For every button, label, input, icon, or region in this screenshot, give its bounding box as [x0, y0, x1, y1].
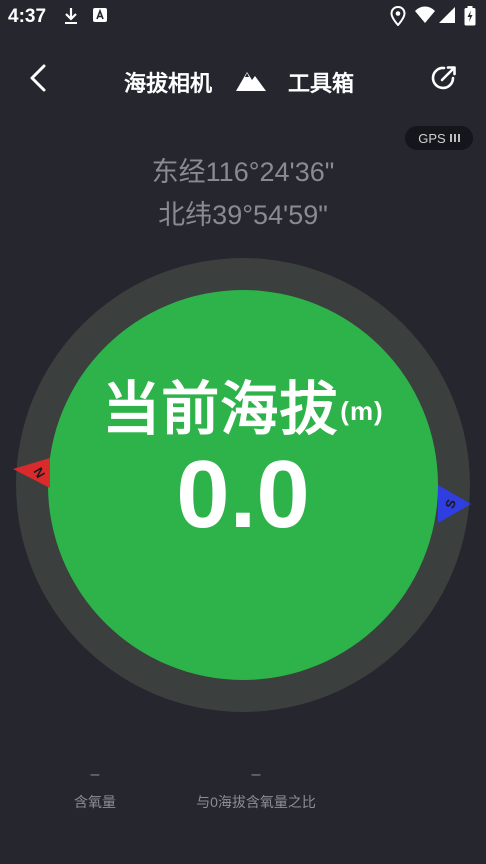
back-arrow-icon [28, 63, 48, 98]
mountain-icon [236, 68, 266, 97]
compass-north-marker: N [12, 455, 52, 496]
gps-signal-icon [449, 134, 460, 142]
longitude-text: 东经116°24'36" [151, 157, 335, 187]
share-button[interactable] [424, 60, 464, 100]
signal-icon [438, 6, 456, 29]
altitude-label-row: 当前海拔(m) [0, 362, 486, 446]
font-a-icon [92, 6, 108, 29]
oxygen-label: 含氧量 [74, 794, 116, 810]
oxygen-ratio-label: 与0海拔含氧量之比 [196, 794, 316, 810]
oxygen-ratio-value: – [251, 766, 261, 783]
compass-south-marker: S [436, 484, 472, 529]
wifi-icon [414, 6, 436, 29]
battery-charging-icon [464, 6, 476, 31]
share-icon [429, 63, 459, 98]
oxygen-ratio-stat: – 与0海拔含氧量之比 [180, 766, 332, 812]
oxygen-value: – [90, 766, 100, 783]
altitude-value: 0.0 [176, 441, 310, 548]
status-time: 4:37 [8, 6, 47, 27]
altitude-label: 当前海拔 [102, 377, 339, 442]
toolbox-title[interactable]: 工具箱 [288, 66, 354, 98]
app-title: 海拔相机 [124, 71, 213, 96]
download-icon [62, 6, 80, 31]
location-icon [390, 5, 406, 31]
app-bar: 海拔相机 工具箱 [0, 46, 486, 114]
oxygen-stat: – 含氧量 [45, 766, 145, 812]
altitude-unit: (m) [340, 396, 384, 427]
status-bar: 4:37 [0, 0, 486, 34]
gps-status-badge: GPS [405, 126, 473, 150]
latitude-text: 北纬39°54'59" [158, 200, 328, 230]
gps-label: GPS [418, 130, 446, 146]
back-button[interactable] [18, 60, 58, 100]
